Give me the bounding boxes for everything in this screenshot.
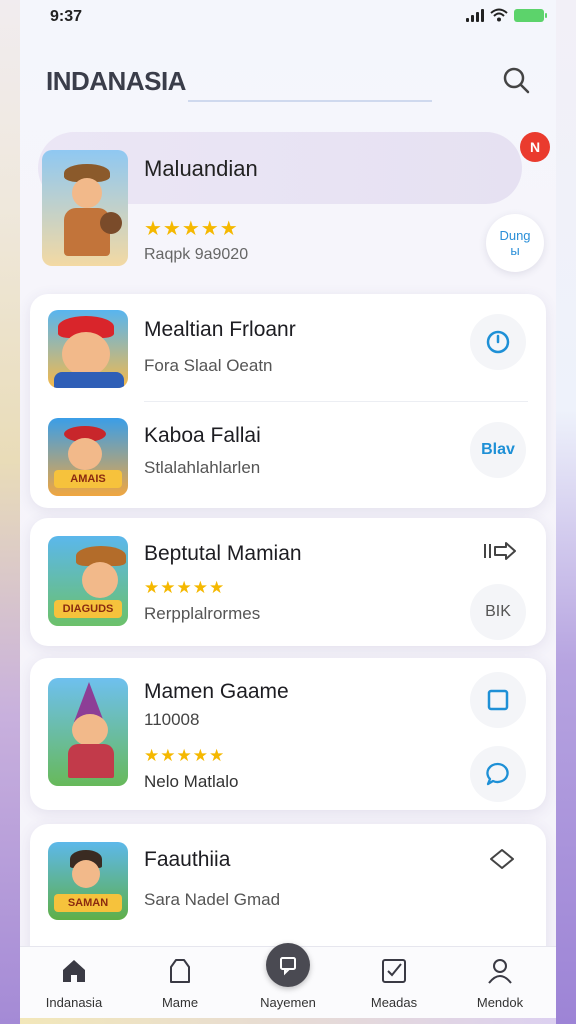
action-button[interactable]: BIK — [470, 584, 526, 640]
nav-item-mame[interactable]: Mame — [130, 947, 230, 1024]
game-subtitle: Rerpplalrormes — [144, 604, 261, 623]
home-icon — [63, 960, 85, 982]
game-title: Mamen Gaame — [144, 680, 289, 703]
diamond-arrow-icon[interactable] — [482, 844, 522, 874]
page-title: INDANASIA — [46, 66, 186, 96]
nav-label: Meadas — [370, 995, 418, 1010]
signal-icon — [466, 8, 484, 22]
list-item[interactable]: DIAGUDS Beptutal Mamian ★★★★★ Rerpplalro… — [30, 518, 546, 646]
featured-thumbnail — [42, 150, 128, 266]
background-left — [0, 0, 20, 1024]
app-screen: 9:37 INDANASIA Maluandian ★★★★★ Raqpk 9a… — [20, 0, 556, 1024]
nav-label: Indanasia — [45, 995, 103, 1010]
game-title: Faauthiia — [144, 848, 231, 871]
notification-badge: N — [520, 132, 550, 162]
game-thumbnail — [48, 310, 128, 388]
game-thumbnail: SAMAN — [48, 842, 128, 920]
featured-title: Maluandian — [144, 156, 258, 181]
header: INDANASIA — [20, 50, 556, 110]
game-rating: ★★★★★ — [144, 578, 226, 597]
game-meta: 110008 — [144, 710, 200, 729]
search-underline — [188, 100, 432, 102]
background-right — [556, 0, 576, 1024]
battery-icon — [514, 8, 547, 22]
chat-icon — [266, 943, 310, 987]
game-rating: ★★★★★ — [144, 746, 226, 765]
game-list-card: Mamen Gaame 110008 ★★★★★ Nelo Matlalo — [30, 658, 546, 810]
game-subtitle: Fora Slaal Oeatn — [144, 356, 273, 375]
nav-item-meadas[interactable]: Meadas — [344, 947, 444, 1024]
game-title: Kaboa Fallai — [144, 424, 261, 447]
nav-item-home[interactable]: Indanasia — [24, 947, 124, 1024]
nav-item-mendok[interactable]: Mendok — [450, 947, 550, 1024]
list-item[interactable]: SAMAN Faauthiia Sara Nadel Gmad — [30, 824, 546, 954]
status-icons — [466, 8, 547, 22]
nav-label: Nayemen — [260, 995, 316, 1010]
featured-rating: ★★★★★ — [144, 218, 239, 240]
status-bar: 9:37 — [20, 0, 556, 36]
wifi-icon — [490, 8, 508, 22]
clock-icon[interactable] — [470, 314, 526, 370]
chat-bubble-icon[interactable] — [470, 746, 526, 802]
featured-action-sublabel: ы — [510, 243, 520, 258]
featured-subtitle: Raqpk 9a9020 — [144, 246, 249, 263]
nav-label: Mendok — [476, 995, 524, 1010]
list-item[interactable]: Mamen Gaame 110008 ★★★★★ Nelo Matlalo — [30, 658, 546, 810]
featured-action-label: Dung — [499, 228, 531, 243]
play-button[interactable]: Blav — [470, 422, 526, 478]
game-list-card: Mealtian Frloanr Fora Slaal Oeatn AMAIS … — [30, 294, 546, 508]
bottom-navigation: Indanasia Mame Nayemen Meadas Mendok — [20, 943, 556, 1024]
list-item[interactable]: Mealtian Frloanr Fora Slaal Oeatn — [30, 294, 546, 402]
game-list-card: DIAGUDS Beptutal Mamian ★★★★★ Rerpplalro… — [30, 518, 546, 646]
game-subtitle: Nelo Matlalo — [144, 772, 239, 791]
home-indicator — [20, 1018, 556, 1024]
game-thumbnail — [48, 678, 128, 786]
thumbnail-banner: SAMAN — [54, 894, 122, 912]
square-icon[interactable] — [470, 672, 526, 728]
bag-icon — [170, 959, 190, 983]
search-icon[interactable] — [498, 62, 534, 98]
forward-arrow-icon[interactable] — [480, 536, 520, 566]
thumbnail-banner: DIAGUDS — [54, 600, 122, 618]
featured-action-button[interactable]: Dung ы — [486, 214, 544, 272]
game-subtitle: Sara Nadel Gmad — [144, 890, 281, 909]
list-item[interactable]: AMAIS Kaboa Fallai Stlalahlahlarlen Blav — [30, 402, 546, 508]
nav-label: Mame — [161, 995, 199, 1010]
game-title: Mealtian Frloanr — [144, 318, 296, 341]
checkbox-icon — [382, 959, 406, 983]
status-time: 9:37 — [50, 8, 83, 25]
game-subtitle: Stlalahlahlarlen — [144, 458, 261, 477]
game-thumbnail: AMAIS — [48, 418, 128, 496]
game-title: Beptutal Mamian — [144, 542, 302, 565]
profile-icon — [488, 959, 512, 984]
game-thumbnail: DIAGUDS — [48, 536, 128, 626]
featured-game[interactable]: Maluandian ★★★★★ Raqpk 9a9020 N Dung ы — [38, 132, 550, 272]
nav-item-nayemen[interactable]: Nayemen — [238, 943, 338, 1024]
thumbnail-banner: AMAIS — [54, 470, 122, 488]
